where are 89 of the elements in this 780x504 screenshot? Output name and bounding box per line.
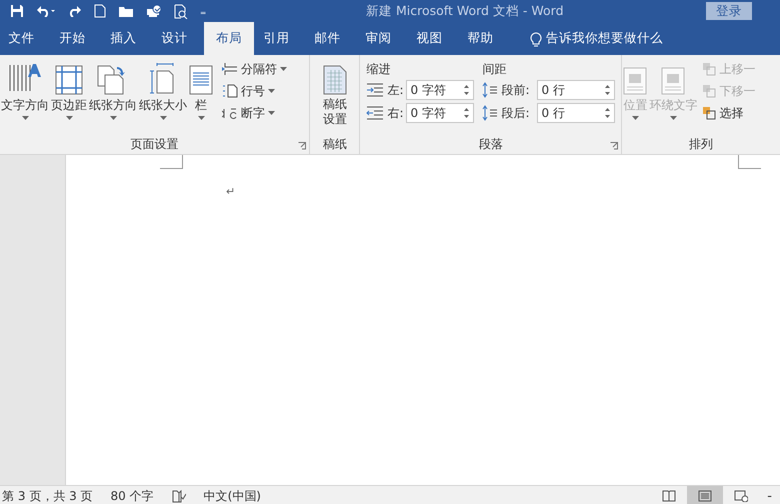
indent-right-icon <box>366 106 384 120</box>
language[interactable]: 中文(中国) <box>204 488 261 504</box>
spin-arrows-icon[interactable] <box>463 106 470 120</box>
ribbon-button[interactable]: 分隔符 <box>220 59 289 79</box>
book-icon <box>662 490 676 502</box>
ribbon-tab[interactable]: 文件 <box>0 22 50 55</box>
caret-icon <box>198 116 204 120</box>
ribbon-tab[interactable]: 引用 <box>255 22 305 55</box>
tell-me-search[interactable]: 告诉我你想要做什么 <box>524 22 669 55</box>
ribbon-button[interactable]: 文字方向 <box>0 59 50 136</box>
spin-field[interactable]: 0 字符 <box>406 103 474 123</box>
login-button[interactable]: 登录 <box>706 2 752 20</box>
field-label: 段前: <box>501 82 530 98</box>
margins-icon <box>55 65 83 95</box>
group-label: 稿纸 <box>322 136 347 153</box>
breaks-icon <box>222 62 238 76</box>
ribbon-button[interactable]: 纸张大小 <box>138 59 188 136</box>
group-label: 排列 <box>689 136 714 153</box>
field-label: 段后: <box>501 104 530 122</box>
zoom-out-button[interactable]: - <box>759 486 780 504</box>
spin-field[interactable]: 0 字符 <box>406 80 474 100</box>
ribbon-button[interactable]: 行号 <box>220 81 289 101</box>
caret-icon <box>632 116 639 120</box>
new-document-icon[interactable] <box>94 4 106 18</box>
printer-check-icon[interactable] <box>146 4 162 18</box>
ribbon-button[interactable]: 栏 <box>188 59 214 136</box>
ribbon-tab[interactable]: 设计 <box>153 22 203 55</box>
field-label: 左: <box>387 82 404 98</box>
save-icon[interactable] <box>10 4 24 18</box>
space-before-icon <box>482 82 498 98</box>
layer-icon <box>702 84 716 98</box>
ribbon-tab[interactable]: 视图 <box>408 22 458 55</box>
ribbon-button[interactable]: 稿纸设置 <box>320 59 350 136</box>
section-label: 缩进 <box>366 61 392 77</box>
caret-icon <box>160 116 166 120</box>
caret-icon <box>280 67 287 71</box>
print-preview-icon[interactable] <box>174 4 188 18</box>
spin-arrows-icon[interactable] <box>463 83 470 97</box>
hyphenation-icon <box>222 106 238 120</box>
ribbon-tab[interactable]: 开始 <box>51 22 101 55</box>
ribbon-button[interactable]: 选择 <box>700 103 758 123</box>
caret-icon <box>268 111 275 115</box>
spin-field[interactable]: 0 行 <box>537 103 616 123</box>
ribbon-tab[interactable]: 邮件 <box>306 22 356 55</box>
caret-icon <box>66 116 72 120</box>
caret-icon <box>22 116 28 120</box>
document-page[interactable]: ↵ <box>65 155 780 485</box>
ribbon-tab[interactable]: 插入 <box>102 22 152 55</box>
wrap-text-icon <box>661 67 686 95</box>
view-button[interactable] <box>687 486 724 504</box>
layer-icon <box>702 62 716 76</box>
customize-toolbar-button[interactable]: ₌ <box>200 4 206 18</box>
web-layout-icon <box>734 490 748 502</box>
dialog-launcher-icon[interactable] <box>610 142 618 150</box>
page-layout-icon <box>698 490 712 502</box>
caret-icon <box>110 116 116 120</box>
redo-icon[interactable] <box>68 5 82 17</box>
ribbon-button[interactable]: 纸张方向 <box>88 59 138 136</box>
ribbon-button[interactable]: 断字 <box>220 103 289 123</box>
dialog-launcher-icon[interactable] <box>298 142 306 150</box>
ribbon-tab[interactable]: 审阅 <box>357 22 407 55</box>
spin-arrows-icon[interactable] <box>604 106 612 120</box>
caret-icon <box>268 89 275 93</box>
paragraph-mark: ↵ <box>226 185 236 198</box>
margin-corner-mark <box>738 155 761 169</box>
field-label: 右: <box>387 104 404 122</box>
margin-corner-mark <box>160 155 183 169</box>
space-after-icon <box>482 105 498 121</box>
word-count[interactable]: 80 个字 <box>110 488 154 504</box>
spin-field[interactable]: 0 行 <box>537 80 616 100</box>
section-label: 间距 <box>482 61 508 77</box>
group-label: 页面设置 <box>130 136 179 153</box>
page-count[interactable]: 第 3 页，共 3 页 <box>2 488 93 504</box>
columns-icon <box>189 65 213 95</box>
ribbon-tab[interactable]: 布局 <box>204 22 254 55</box>
proofing-icon[interactable] <box>172 490 186 502</box>
layer-icon <box>702 106 716 120</box>
undo-icon[interactable] <box>36 5 56 17</box>
lightbulb-icon <box>530 30 542 46</box>
ribbon-tab[interactable]: 帮助 <box>459 22 509 55</box>
caret-icon <box>670 116 677 120</box>
window-title: 新建 Microsoft Word 文档 - Word <box>366 3 564 20</box>
ribbon-button[interactable]: 页边距 <box>50 59 88 136</box>
draft-paper-icon <box>322 65 347 95</box>
folder-icon[interactable] <box>118 4 134 18</box>
line-numbers-icon <box>222 84 238 98</box>
indent-left-icon <box>366 83 384 97</box>
spin-arrows-icon[interactable] <box>604 83 612 97</box>
group-label: 段落 <box>478 136 503 153</box>
